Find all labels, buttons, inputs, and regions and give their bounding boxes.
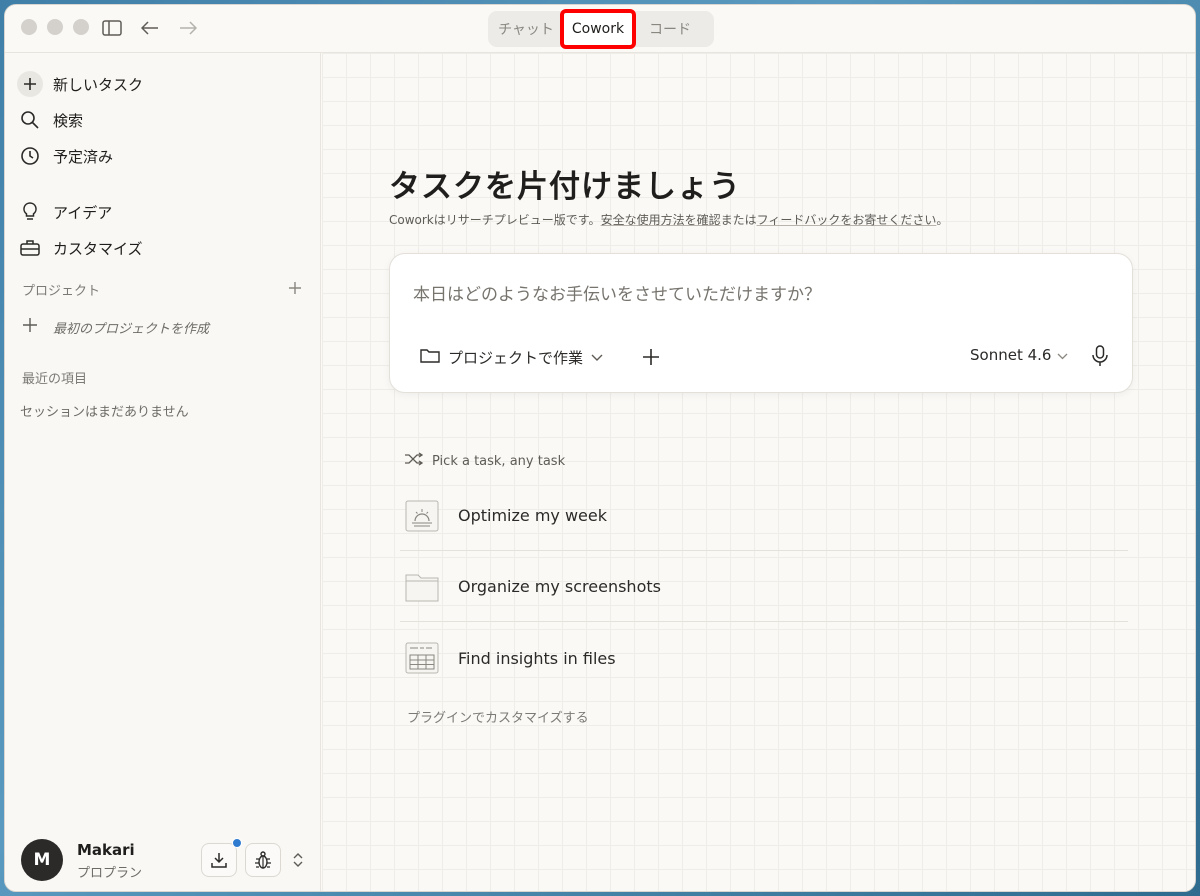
search-icon: [17, 107, 43, 133]
user-plan: プロプラン: [77, 866, 143, 881]
safety-guide-link[interactable]: 安全な使用方法を確認: [601, 213, 721, 227]
download-icon: [211, 853, 227, 868]
main-content: タスクを片付けましょう Coworkはリサーチプレビュー版です。安全な使用方法を…: [322, 53, 1195, 891]
sidebar-item-scheduled[interactable]: 予定済み: [17, 141, 113, 171]
chevron-down-icon: [1057, 346, 1068, 364]
projects-section-label: プロジェクト: [22, 284, 101, 299]
avatar[interactable]: M: [21, 839, 63, 881]
sunrise-calendar-icon: [404, 499, 440, 533]
subtitle-mid: または: [720, 213, 757, 227]
plus-icon: [21, 316, 39, 338]
expand-collapse-icon[interactable]: [291, 851, 305, 869]
add-attachment-icon[interactable]: [640, 346, 662, 368]
folder-icon: [404, 570, 440, 604]
notification-dot: [232, 838, 242, 848]
microphone-icon[interactable]: [1090, 344, 1110, 368]
page-subtitle: Coworkはリサーチプレビュー版です。安全な使用方法を確認またはフィードバック…: [389, 211, 948, 228]
create-project-label: 最初のプロジェクトを作成: [53, 321, 210, 337]
folder-icon: [420, 347, 440, 367]
subtitle-suffix: 。: [936, 213, 949, 227]
tab-cowork[interactable]: Cowork: [560, 9, 636, 49]
back-arrow-icon[interactable]: [139, 17, 161, 39]
tab-code[interactable]: コード: [636, 15, 704, 43]
empty-sessions-text: セッションはまだありません: [20, 405, 189, 420]
subtitle-prefix: Coworkはリサーチプレビュー版です。: [389, 213, 601, 227]
plus-icon: [17, 71, 43, 97]
lightbulb-icon: [17, 199, 43, 225]
download-button[interactable]: [201, 838, 242, 877]
bug-icon: [255, 851, 271, 869]
sidebar-item-ideas[interactable]: アイデア: [17, 197, 112, 227]
minimize-window-button[interactable]: [47, 19, 63, 35]
forward-arrow-icon[interactable]: [177, 17, 199, 39]
model-selector[interactable]: Sonnet 4.6: [970, 346, 1068, 364]
app-window: チャット Cowork コード 新しいタスク 検索 予定済み アイデア カスタマ…: [4, 4, 1196, 892]
sidebar-item-label: 新しいタスク: [53, 75, 144, 94]
sidebar-item-label: アイデア: [53, 203, 113, 222]
mode-tabs: チャット Cowork コード: [488, 9, 714, 49]
toolbox-icon: [17, 235, 43, 261]
task-label: Find insights in files: [458, 648, 616, 668]
page-title: タスクを片付けましょう: [389, 169, 741, 205]
chevron-down-icon: [591, 348, 603, 366]
clock-icon: [17, 143, 43, 169]
create-first-project-link[interactable]: 最初のプロジェクトを作成: [21, 315, 209, 339]
add-project-icon[interactable]: [286, 279, 304, 297]
title-bar: チャット Cowork コード: [5, 5, 1195, 53]
zoom-window-button[interactable]: [73, 19, 89, 35]
tab-chat[interactable]: チャット: [492, 15, 560, 43]
recent-section-label: 最近の項目: [22, 372, 88, 387]
task-label: Organize my screenshots: [458, 577, 661, 596]
sidebar-item-label: 予定済み: [53, 147, 114, 166]
work-in-project-button[interactable]: プロジェクトで作業: [420, 344, 603, 370]
shuffle-icon: [404, 452, 424, 470]
work-in-project-label: プロジェクトで作業: [448, 348, 584, 367]
task-suggestion[interactable]: Organize my screenshots: [400, 552, 1128, 622]
prompt-placeholder[interactable]: 本日はどのようなお手伝いをさせていただけますか？: [413, 280, 821, 305]
sidebar-item-label: カスタマイズ: [53, 239, 143, 258]
sidebar-item-new-task[interactable]: 新しいタスク: [17, 69, 143, 99]
spreadsheet-icon: [404, 641, 440, 675]
pick-task-header: Pick a task, any task: [404, 451, 565, 471]
task-label: Optimize my week: [458, 506, 608, 525]
feedback-link[interactable]: フィードバックをお寄せください: [757, 213, 937, 227]
pick-task-label: Pick a task, any task: [432, 453, 566, 469]
bug-report-button[interactable]: [245, 843, 281, 877]
user-name: Makari: [77, 841, 135, 859]
sidebar-toggle-icon[interactable]: [101, 17, 123, 39]
sidebar-item-search[interactable]: 検索: [17, 105, 83, 135]
close-window-button[interactable]: [21, 19, 37, 35]
user-panel: M Makari プロプラン: [21, 838, 311, 881]
customize-with-plugins-link[interactable]: プラグインでカスタマイズする: [407, 707, 589, 726]
model-label: Sonnet 4.6: [970, 346, 1052, 364]
task-suggestion[interactable]: Optimize my week: [400, 481, 1128, 551]
sidebar-item-customize[interactable]: カスタマイズ: [17, 233, 143, 263]
task-suggestion[interactable]: Find insights in files: [400, 623, 1128, 693]
sidebar-item-label: 検索: [53, 111, 84, 130]
sidebar: 新しいタスク 検索 予定済み アイデア カスタマイズ プロジェクト 最初のプロジ…: [5, 53, 321, 891]
prompt-composer[interactable]: 本日はどのようなお手伝いをさせていただけますか？ プロジェクトで作業 Sonne…: [389, 253, 1133, 393]
